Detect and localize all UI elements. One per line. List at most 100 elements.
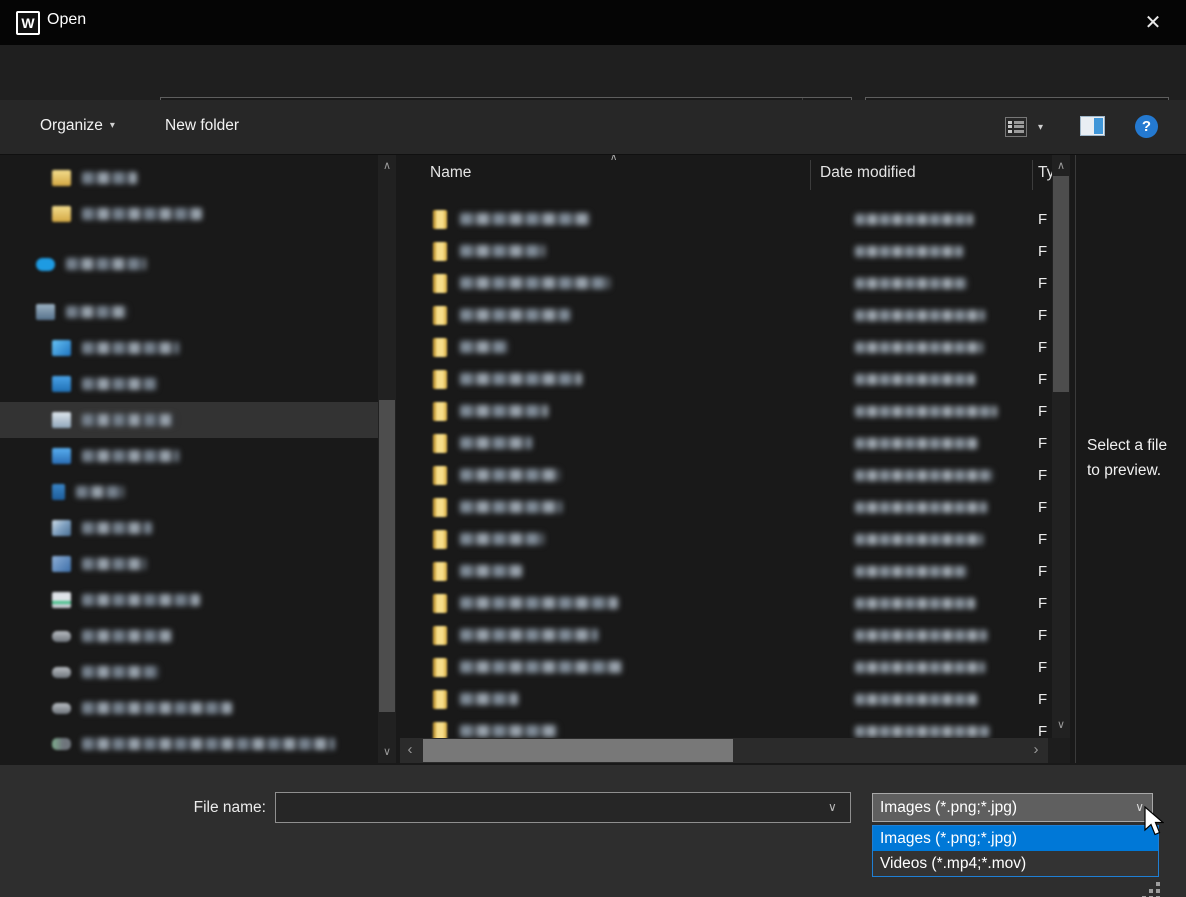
- file-row[interactable]: F: [400, 235, 1052, 267]
- column-header-date-modified[interactable]: Date modified: [820, 164, 916, 182]
- folder-icon: [433, 434, 447, 453]
- sidebar-item[interactable]: [0, 510, 378, 546]
- sidebar-item-label-redacted: [82, 208, 202, 220]
- file-name-redacted: [460, 469, 560, 481]
- column-header-type[interactable]: Ty: [1038, 164, 1052, 182]
- file-row[interactable]: F: [400, 203, 1052, 235]
- file-type-option[interactable]: Videos (*.mp4;*.mov): [873, 851, 1158, 876]
- new-folder-button[interactable]: New folder: [165, 117, 239, 135]
- sidebar-item[interactable]: [0, 294, 378, 330]
- close-button[interactable]: ✕: [1138, 8, 1168, 38]
- sidebar-item-label-redacted: [82, 342, 179, 354]
- change-view-icon[interactable]: [1005, 117, 1027, 137]
- date-modified-redacted: [855, 278, 967, 289]
- main-area: ∧ ∨ ∧ Name Date modified Ty FFFFFFFFFFFF…: [0, 155, 1186, 763]
- scroll-up-icon[interactable]: ∧: [1052, 157, 1070, 175]
- file-row[interactable]: F: [400, 587, 1052, 619]
- date-modified-redacted: [855, 630, 987, 641]
- open-dialog: W Open ✕ ← → ∨ ↑ › This PC › Documents ›…: [0, 0, 1186, 897]
- date-modified-redacted: [855, 694, 977, 705]
- folder-icon: [433, 498, 447, 517]
- file-row[interactable]: F: [400, 491, 1052, 523]
- sidebar-item[interactable]: [0, 690, 378, 726]
- sidebar-scroll-thumb[interactable]: [379, 400, 395, 712]
- file-type-letter: F: [1038, 435, 1047, 452]
- sidebar-item[interactable]: [0, 438, 378, 474]
- sidebar-item-label-redacted: [82, 630, 172, 642]
- sidebar-item[interactable]: [0, 654, 378, 690]
- file-list-scrollbar[interactable]: ∧ ∨: [1052, 155, 1070, 738]
- sidebar-item[interactable]: [0, 618, 378, 654]
- file-row[interactable]: F: [400, 683, 1052, 715]
- file-row[interactable]: F: [400, 459, 1052, 491]
- column-header-name[interactable]: Name: [430, 164, 471, 182]
- file-row[interactable]: F: [400, 363, 1052, 395]
- file-name-redacted: [460, 405, 548, 417]
- drive-icon: [52, 631, 71, 642]
- file-row[interactable]: F: [400, 715, 1052, 738]
- sidebar-item[interactable]: [0, 582, 378, 618]
- sidebar-item-label-redacted: [82, 172, 137, 184]
- sidebar-item[interactable]: [0, 474, 378, 510]
- file-name-input[interactable]: [275, 792, 851, 823]
- column-separator[interactable]: [1032, 160, 1033, 190]
- column-separator[interactable]: [810, 160, 811, 190]
- date-modified-redacted: [855, 374, 975, 385]
- sort-ascending-icon: ∧: [610, 155, 617, 163]
- file-name-redacted: [460, 245, 545, 257]
- file-row[interactable]: F: [400, 267, 1052, 299]
- sidebar-item[interactable]: [0, 246, 378, 282]
- folder-icon: [433, 690, 447, 709]
- file-type-letter: F: [1038, 499, 1047, 516]
- drive-green-icon: [52, 738, 71, 750]
- sidebar-item[interactable]: [0, 726, 378, 762]
- date-modified-redacted: [855, 310, 985, 321]
- file-name-redacted: [460, 309, 570, 321]
- file-row[interactable]: F: [400, 555, 1052, 587]
- preview-message: Select a file to preview.: [1087, 433, 1179, 483]
- sidebar-item[interactable]: [0, 196, 378, 232]
- sidebar-item[interactable]: [0, 330, 378, 366]
- sidebar-item[interactable]: [0, 402, 378, 438]
- file-name-redacted: [460, 725, 558, 737]
- sidebar-item[interactable]: [0, 546, 378, 582]
- music-icon: [52, 484, 65, 500]
- scroll-down-icon[interactable]: ∨: [378, 743, 396, 761]
- horizontal-scroll-thumb[interactable]: [423, 739, 733, 762]
- file-type-selected-value: Images (*.png;*.jpg): [880, 799, 1017, 816]
- file-type-letter: F: [1038, 467, 1047, 484]
- organize-button[interactable]: Organize▾: [40, 117, 115, 135]
- file-type-letter: F: [1038, 659, 1047, 676]
- file-row[interactable]: F: [400, 651, 1052, 683]
- scroll-right-icon[interactable]: ›: [1026, 738, 1046, 763]
- file-row[interactable]: F: [400, 523, 1052, 555]
- folder-icon: [433, 658, 447, 677]
- file-name-redacted: [460, 213, 590, 225]
- sidebar-item[interactable]: [0, 366, 378, 402]
- sidebar-item[interactable]: [0, 160, 378, 196]
- file-name-redacted: [460, 341, 508, 353]
- scroll-down-icon[interactable]: ∨: [1052, 716, 1070, 734]
- resize-grip[interactable]: [1156, 882, 1160, 886]
- file-row[interactable]: F: [400, 331, 1052, 363]
- file-type-option[interactable]: Images (*.png;*.jpg): [873, 826, 1158, 851]
- date-modified-redacted: [855, 342, 983, 353]
- drive-icon: [52, 703, 71, 714]
- file-row[interactable]: F: [400, 427, 1052, 459]
- file-row[interactable]: F: [400, 395, 1052, 427]
- sidebar-item-label-redacted: [82, 522, 152, 534]
- list-scroll-thumb[interactable]: [1053, 176, 1069, 392]
- file-type-letter: F: [1038, 627, 1047, 644]
- file-row[interactable]: F: [400, 619, 1052, 651]
- file-type-select[interactable]: Images (*.png;*.jpg) ∨: [872, 793, 1153, 822]
- scroll-left-icon[interactable]: ‹: [400, 738, 420, 763]
- mouse-cursor: [1142, 806, 1164, 838]
- sidebar-scrollbar[interactable]: ∧ ∨: [378, 155, 396, 763]
- file-row[interactable]: F: [400, 299, 1052, 331]
- folder-icon: [433, 210, 447, 229]
- view-caret-icon[interactable]: ▾: [1038, 122, 1043, 133]
- help-icon[interactable]: ?: [1135, 115, 1158, 138]
- preview-pane-toggle-icon[interactable]: [1080, 116, 1105, 136]
- scroll-up-icon[interactable]: ∧: [378, 157, 396, 175]
- horizontal-scrollbar[interactable]: ‹ ›: [400, 738, 1048, 763]
